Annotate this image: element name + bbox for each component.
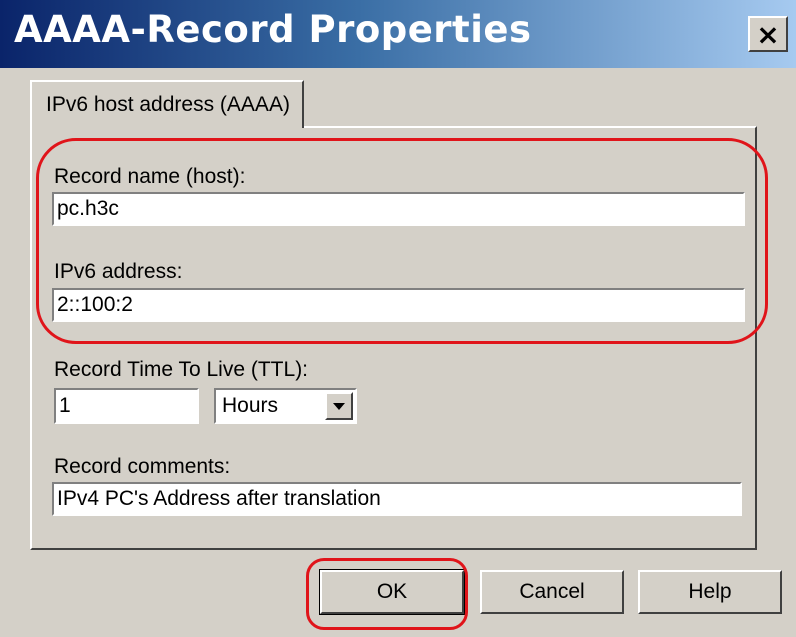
record-name-label: Record name (host): xyxy=(54,165,246,188)
ttl-label: Record Time To Live (TTL): xyxy=(54,358,309,381)
cancel-button[interactable]: Cancel xyxy=(480,570,624,614)
dialog-window: AAAA-Record Properties × IPv6 host addre… xyxy=(0,0,796,637)
ttl-unit-select[interactable]: Hours xyxy=(214,388,357,424)
ipv6-address-input[interactable]: 2::100:2 xyxy=(52,288,745,322)
window-title: AAAA-Record Properties xyxy=(14,8,532,51)
ttl-unit-value: Hours xyxy=(222,394,279,417)
record-comments-label: Record comments: xyxy=(54,455,231,478)
chevron-down-icon xyxy=(333,402,345,410)
record-comments-input[interactable]: IPv4 PC's Address after translation xyxy=(52,482,742,516)
dropdown-button[interactable] xyxy=(325,392,353,420)
tab-ipv6-host-address[interactable]: IPv6 host address (AAAA) xyxy=(30,80,304,128)
close-icon: × xyxy=(756,17,780,51)
ttl-value-input[interactable]: 1 xyxy=(54,388,199,424)
close-button[interactable]: × xyxy=(748,16,788,52)
record-name-input[interactable]: pc.h3c xyxy=(52,192,745,226)
title-bar[interactable]: AAAA-Record Properties × xyxy=(0,0,796,68)
ipv6-address-label: IPv6 address: xyxy=(54,260,183,283)
help-button[interactable]: Help xyxy=(638,570,782,614)
ok-button[interactable]: OK xyxy=(319,569,465,615)
tab-label: IPv6 host address (AAAA) xyxy=(46,93,290,116)
